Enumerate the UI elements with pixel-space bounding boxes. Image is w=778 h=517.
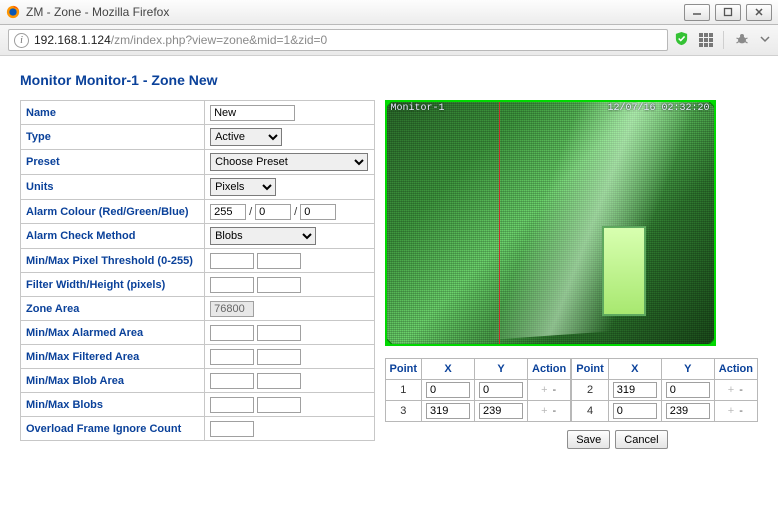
label-blobs: Min/Max Blobs: [21, 393, 205, 417]
type-select[interactable]: Active: [210, 128, 282, 146]
col-point: Point: [385, 359, 422, 380]
bug-icon[interactable]: [734, 32, 750, 49]
label-filter-wh: Filter Width/Height (pixels): [21, 273, 205, 297]
label-zone-area: Zone Area: [21, 297, 205, 321]
point-n: 3: [385, 401, 422, 422]
point-y-input[interactable]: [666, 382, 710, 398]
blobs-max-input[interactable]: [257, 397, 301, 413]
point-actions[interactable]: + -: [714, 380, 757, 401]
points-table-right: Point X Y Action 2 + - 4: [571, 358, 758, 422]
save-button[interactable]: Save: [567, 430, 610, 449]
url-host: 192.168.1.124: [34, 33, 111, 47]
point-row: 4 + -: [572, 401, 758, 422]
url-path: /zm/index.php?view=zone&mid=1&zid=0: [111, 33, 327, 47]
point-x-input[interactable]: [613, 403, 657, 419]
point-y-input[interactable]: [666, 403, 710, 419]
point-x-input[interactable]: [426, 403, 470, 419]
preset-select[interactable]: Choose Preset: [210, 153, 368, 171]
label-name: Name: [21, 101, 205, 125]
firefox-icon: [6, 5, 20, 19]
label-alarm-check: Alarm Check Method: [21, 224, 205, 249]
window-maximize-button[interactable]: [715, 4, 741, 21]
filter-w-input[interactable]: [210, 277, 254, 293]
point-n: 4: [572, 401, 609, 422]
point-x-input[interactable]: [613, 382, 657, 398]
site-info-icon[interactable]: i: [14, 33, 29, 48]
shield-icon[interactable]: [674, 31, 689, 49]
zone-area-input: [210, 301, 254, 317]
chevron-down-icon[interactable]: [760, 34, 770, 47]
pixel-thresh-min-input[interactable]: [210, 253, 254, 269]
col-y: Y: [475, 359, 528, 380]
alarm-b-input[interactable]: [300, 204, 336, 220]
alarm-g-input[interactable]: [255, 204, 291, 220]
filtered-area-min-input[interactable]: [210, 349, 254, 365]
point-row: 1 + -: [385, 380, 571, 401]
window-titlebar: ZM - Zone - Mozilla Firefox: [0, 0, 778, 25]
address-bar: i 192.168.1.124/zm/index.php?view=zone&m…: [0, 25, 778, 56]
points-table-left: Point X Y Action 1 + - 3: [385, 358, 572, 422]
zone-handle-tl[interactable]: [385, 100, 393, 108]
point-actions[interactable]: + -: [714, 401, 757, 422]
label-type: Type: [21, 125, 205, 150]
qr-icon[interactable]: [699, 33, 713, 47]
zone-handle-br[interactable]: [708, 338, 716, 346]
alarm-check-select[interactable]: Blobs: [210, 227, 316, 245]
label-overload: Overload Frame Ignore Count: [21, 417, 205, 441]
filter-h-input[interactable]: [257, 277, 301, 293]
zone-preview[interactable]: Monitor-1 12/07/16 02:32:20: [385, 100, 716, 346]
blob-area-max-input[interactable]: [257, 373, 301, 389]
point-row: 2 + -: [572, 380, 758, 401]
col-x: X: [608, 359, 661, 380]
alarmed-area-min-input[interactable]: [210, 325, 254, 341]
label-alarmed-area: Min/Max Alarmed Area: [21, 321, 205, 345]
point-actions[interactable]: + -: [528, 401, 571, 422]
label-units: Units: [21, 175, 205, 200]
alarm-r-input[interactable]: [210, 204, 246, 220]
window-title: ZM - Zone - Mozilla Firefox: [26, 5, 684, 19]
zone-handle-tr[interactable]: [708, 100, 716, 108]
preview-monitor-label: Monitor-1: [391, 103, 445, 114]
point-n: 1: [385, 380, 422, 401]
blobs-min-input[interactable]: [210, 397, 254, 413]
window-close-button[interactable]: [746, 4, 772, 21]
url-field[interactable]: i 192.168.1.124/zm/index.php?view=zone&m…: [8, 29, 668, 51]
name-input[interactable]: [210, 105, 295, 121]
cancel-button[interactable]: Cancel: [615, 430, 667, 449]
units-select[interactable]: Pixels: [210, 178, 276, 196]
label-preset: Preset: [21, 150, 205, 175]
label-filtered-area: Min/Max Filtered Area: [21, 345, 205, 369]
alarmed-area-max-input[interactable]: [257, 325, 301, 341]
col-y: Y: [661, 359, 714, 380]
toolbar-divider: [723, 31, 724, 49]
label-alarm-colour: Alarm Colour (Red/Green/Blue): [21, 200, 205, 224]
point-y-input[interactable]: [479, 403, 523, 419]
point-n: 2: [572, 380, 609, 401]
zone-form: Name Type Active Preset Choose Preset Un…: [20, 100, 375, 441]
filtered-area-max-input[interactable]: [257, 349, 301, 365]
point-row: 3 + -: [385, 401, 571, 422]
point-y-input[interactable]: [479, 382, 523, 398]
window-minimize-button[interactable]: [684, 4, 710, 21]
col-action: Action: [528, 359, 571, 380]
blob-area-min-input[interactable]: [210, 373, 254, 389]
zone-handle-bl[interactable]: [385, 338, 393, 346]
label-blob-area: Min/Max Blob Area: [21, 369, 205, 393]
preview-timestamp: 12/07/16 02:32:20: [608, 103, 710, 114]
point-actions[interactable]: + -: [528, 380, 571, 401]
col-action: Action: [714, 359, 757, 380]
point-x-input[interactable]: [426, 382, 470, 398]
pixel-thresh-max-input[interactable]: [257, 253, 301, 269]
page-title: Monitor Monitor-1 - Zone New: [20, 72, 758, 88]
col-point: Point: [572, 359, 609, 380]
label-pixel-thresh: Min/Max Pixel Threshold (0-255): [21, 249, 205, 273]
col-x: X: [422, 359, 475, 380]
overload-input[interactable]: [210, 421, 254, 437]
